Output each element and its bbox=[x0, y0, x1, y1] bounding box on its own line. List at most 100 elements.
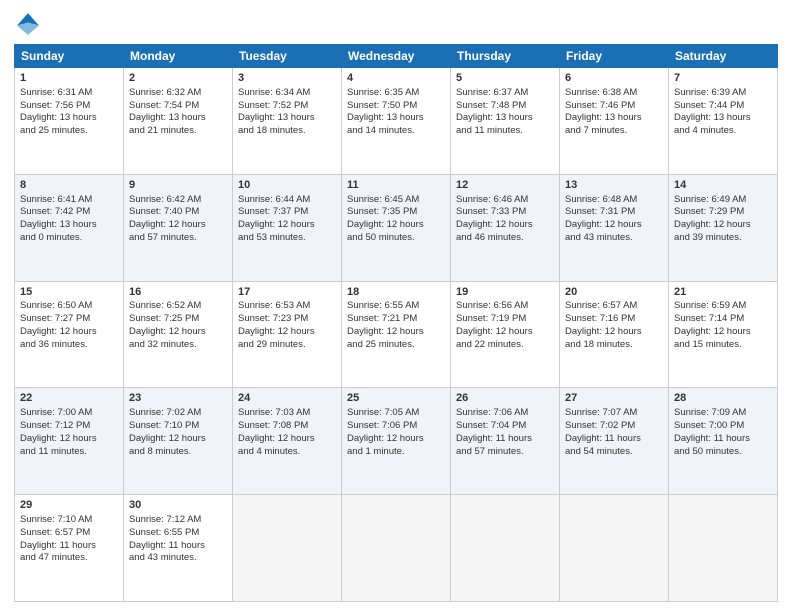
calendar-cell: 12Sunrise: 6:46 AMSunset: 7:33 PMDayligh… bbox=[451, 174, 560, 281]
day-info: Sunrise: 6:53 AM bbox=[238, 300, 336, 313]
day-info: Daylight: 12 hours bbox=[565, 219, 663, 232]
day-info: Sunset: 7:50 PM bbox=[347, 100, 445, 113]
calendar-cell bbox=[560, 495, 669, 602]
calendar-cell bbox=[233, 495, 342, 602]
day-info: Sunrise: 6:44 AM bbox=[238, 194, 336, 207]
day-info: and 54 minutes. bbox=[565, 446, 663, 459]
day-info: Sunrise: 6:41 AM bbox=[20, 194, 118, 207]
day-info: Daylight: 12 hours bbox=[674, 219, 772, 232]
calendar-cell: 15Sunrise: 6:50 AMSunset: 7:27 PMDayligh… bbox=[15, 281, 124, 388]
calendar-cell: 1Sunrise: 6:31 AMSunset: 7:56 PMDaylight… bbox=[15, 68, 124, 175]
day-info: Daylight: 13 hours bbox=[20, 219, 118, 232]
day-info: Sunset: 7:46 PM bbox=[565, 100, 663, 113]
day-number: 8 bbox=[20, 178, 118, 193]
day-number: 5 bbox=[456, 71, 554, 86]
day-info: Sunset: 7:25 PM bbox=[129, 313, 227, 326]
day-info: Sunset: 6:55 PM bbox=[129, 527, 227, 540]
day-number: 9 bbox=[129, 178, 227, 193]
day-info: and 22 minutes. bbox=[456, 339, 554, 352]
day-number: 29 bbox=[20, 498, 118, 513]
day-info: and 18 minutes. bbox=[238, 125, 336, 138]
day-info: and 25 minutes. bbox=[347, 339, 445, 352]
day-info: and 0 minutes. bbox=[20, 232, 118, 245]
day-info: Sunset: 7:06 PM bbox=[347, 420, 445, 433]
day-info: Daylight: 11 hours bbox=[565, 433, 663, 446]
day-info: Sunrise: 6:48 AM bbox=[565, 194, 663, 207]
day-info: Sunrise: 7:12 AM bbox=[129, 514, 227, 527]
calendar-cell: 19Sunrise: 6:56 AMSunset: 7:19 PMDayligh… bbox=[451, 281, 560, 388]
day-number: 18 bbox=[347, 285, 445, 300]
calendar-cell: 3Sunrise: 6:34 AMSunset: 7:52 PMDaylight… bbox=[233, 68, 342, 175]
day-info: Sunrise: 7:03 AM bbox=[238, 407, 336, 420]
day-info: Sunset: 7:02 PM bbox=[565, 420, 663, 433]
day-info: Sunrise: 7:05 AM bbox=[347, 407, 445, 420]
day-number: 7 bbox=[674, 71, 772, 86]
day-info: and 11 minutes. bbox=[456, 125, 554, 138]
day-info: Daylight: 12 hours bbox=[238, 433, 336, 446]
day-number: 21 bbox=[674, 285, 772, 300]
day-number: 10 bbox=[238, 178, 336, 193]
calendar-week-row: 29Sunrise: 7:10 AMSunset: 6:57 PM Dayligh… bbox=[15, 495, 778, 602]
day-number: 27 bbox=[565, 391, 663, 406]
calendar-week-row: 1Sunrise: 6:31 AMSunset: 7:56 PMDaylight… bbox=[15, 68, 778, 175]
day-info: Sunset: 7:42 PM bbox=[20, 206, 118, 219]
calendar-cell: 5Sunrise: 6:37 AMSunset: 7:48 PMDaylight… bbox=[451, 68, 560, 175]
day-number: 30 bbox=[129, 498, 227, 513]
day-number: 4 bbox=[347, 71, 445, 86]
day-info: and 11 minutes. bbox=[20, 446, 118, 459]
calendar-cell: 13Sunrise: 6:48 AMSunset: 7:31 PMDayligh… bbox=[560, 174, 669, 281]
calendar-cell: 18Sunrise: 6:55 AMSunset: 7:21 PMDayligh… bbox=[342, 281, 451, 388]
day-info: Sunrise: 7:10 AM bbox=[20, 514, 118, 527]
day-number: 22 bbox=[20, 391, 118, 406]
header bbox=[14, 10, 778, 38]
day-info: and 21 minutes. bbox=[129, 125, 227, 138]
day-info: and 15 minutes. bbox=[674, 339, 772, 352]
day-info: Daylight: 12 hours bbox=[20, 326, 118, 339]
calendar-cell: 8Sunrise: 6:41 AMSunset: 7:42 PMDaylight… bbox=[15, 174, 124, 281]
day-info: Sunset: 7:14 PM bbox=[674, 313, 772, 326]
day-number: 20 bbox=[565, 285, 663, 300]
day-info: Sunrise: 6:31 AM bbox=[20, 87, 118, 100]
day-info: Sunset: 7:29 PM bbox=[674, 206, 772, 219]
calendar-cell: 27Sunrise: 7:07 AMSunset: 7:02 PMDayligh… bbox=[560, 388, 669, 495]
calendar-cell: 23Sunrise: 7:02 AMSunset: 7:10 PMDayligh… bbox=[124, 388, 233, 495]
day-info: Daylight: 13 hours bbox=[347, 112, 445, 125]
day-info: Daylight: 12 hours bbox=[565, 326, 663, 339]
calendar-cell: 14Sunrise: 6:49 AMSunset: 7:29 PMDayligh… bbox=[669, 174, 778, 281]
day-info: Daylight: 12 hours bbox=[129, 326, 227, 339]
day-info: Sunset: 7:31 PM bbox=[565, 206, 663, 219]
day-info: Sunrise: 6:55 AM bbox=[347, 300, 445, 313]
day-info: Daylight: 13 hours bbox=[129, 112, 227, 125]
day-header-sunday: Sunday bbox=[15, 45, 124, 68]
calendar-cell: 6Sunrise: 6:38 AMSunset: 7:46 PMDaylight… bbox=[560, 68, 669, 175]
day-info: Sunset: 7:54 PM bbox=[129, 100, 227, 113]
day-info: Sunset: 7:27 PM bbox=[20, 313, 118, 326]
day-number: 6 bbox=[565, 71, 663, 86]
calendar-week-row: 22Sunrise: 7:00 AMSunset: 7:12 PMDayligh… bbox=[15, 388, 778, 495]
day-info: Daylight: 13 hours bbox=[20, 112, 118, 125]
day-info: Daylight: 13 hours bbox=[565, 112, 663, 125]
calendar-cell: 25Sunrise: 7:05 AMSunset: 7:06 PMDayligh… bbox=[342, 388, 451, 495]
day-info: and 46 minutes. bbox=[456, 232, 554, 245]
day-info: Daylight: 11 hours bbox=[129, 540, 227, 553]
day-info: Sunset: 6:57 PM bbox=[20, 527, 118, 540]
calendar-cell bbox=[669, 495, 778, 602]
day-number: 1 bbox=[20, 71, 118, 86]
day-info: and 8 minutes. bbox=[129, 446, 227, 459]
day-number: 25 bbox=[347, 391, 445, 406]
day-info: Daylight: 12 hours bbox=[20, 433, 118, 446]
day-info: Sunset: 7:56 PM bbox=[20, 100, 118, 113]
day-info: Sunset: 7:12 PM bbox=[20, 420, 118, 433]
day-info: Sunrise: 6:52 AM bbox=[129, 300, 227, 313]
day-info: and 32 minutes. bbox=[129, 339, 227, 352]
calendar-cell: 30Sunrise: 7:12 AMSunset: 6:55 PMDayligh… bbox=[124, 495, 233, 602]
day-info: Daylight: 12 hours bbox=[238, 326, 336, 339]
day-info: and 53 minutes. bbox=[238, 232, 336, 245]
day-number: 16 bbox=[129, 285, 227, 300]
day-info: Sunset: 7:08 PM bbox=[238, 420, 336, 433]
day-number: 26 bbox=[456, 391, 554, 406]
logo-icon bbox=[14, 10, 42, 38]
day-info: and 50 minutes. bbox=[347, 232, 445, 245]
day-info: Sunrise: 6:32 AM bbox=[129, 87, 227, 100]
day-number: 2 bbox=[129, 71, 227, 86]
